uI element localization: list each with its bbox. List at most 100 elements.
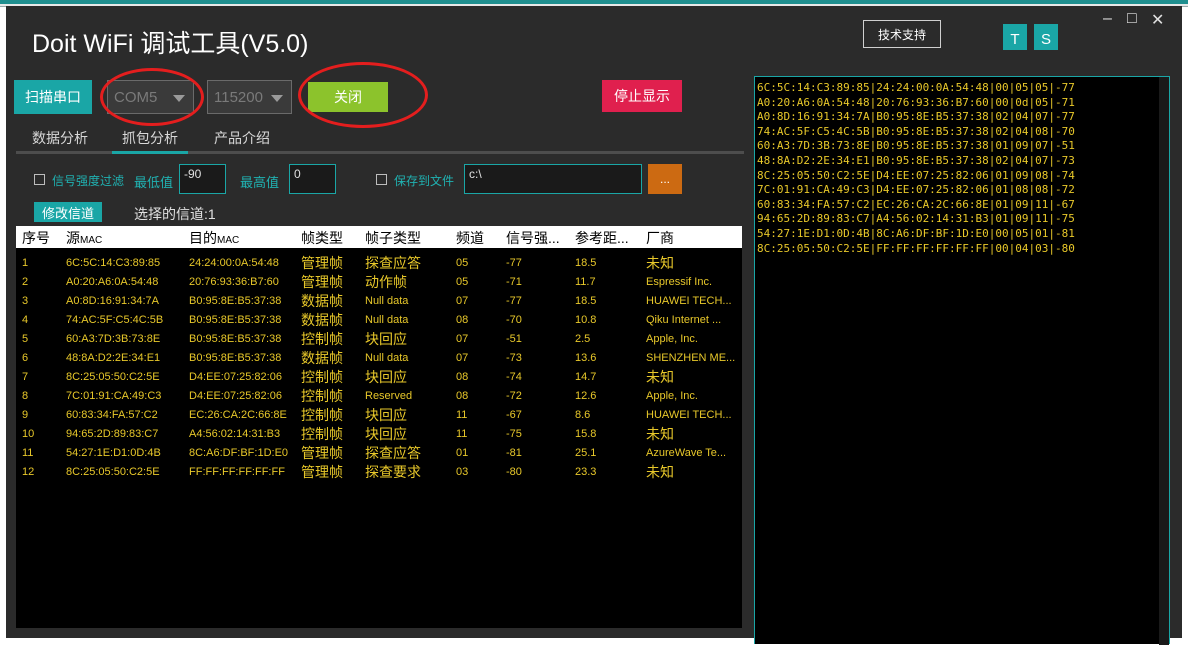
cell-ch: 08 bbox=[456, 314, 469, 326]
selected-channel-text: 选择的信道:1 bbox=[134, 206, 216, 222]
cell-ch: 07 bbox=[456, 295, 469, 307]
stop-display-button[interactable]: 停止显示 bbox=[602, 80, 682, 112]
baud-select[interactable]: 115200 bbox=[207, 80, 292, 114]
browse-button[interactable]: ... bbox=[648, 164, 682, 194]
tab-data-analysis[interactable]: 数据分析 bbox=[32, 128, 88, 148]
cell-vendor: AzureWave Te... bbox=[646, 447, 727, 459]
cell-no: 3 bbox=[22, 295, 29, 307]
table-scrollbar[interactable] bbox=[742, 226, 746, 628]
rssi-filter-checkbox[interactable] bbox=[34, 174, 45, 185]
cell-type: 控制帧 bbox=[301, 388, 343, 404]
cell-src: 54:27:1E:D1:0D:4B bbox=[66, 447, 161, 459]
file-path-input[interactable]: c:\ bbox=[464, 164, 642, 194]
t-button[interactable]: T bbox=[1003, 24, 1027, 50]
hex-log-line: 60:A3:7D:3B:73:8E|B0:95:8E:B5:37:38|01|0… bbox=[757, 139, 1075, 153]
modify-channel-button[interactable]: 修改信道 bbox=[34, 202, 102, 222]
cell-dist: 8.6 bbox=[575, 409, 591, 421]
cell-rssi: -77 bbox=[506, 295, 522, 307]
cell-rssi: -51 bbox=[506, 333, 522, 345]
cell-no: 6 bbox=[22, 352, 29, 364]
table-row[interactable]: 6 48:8A:D2:2E:34:E1 B0:95:8E:B5:37:38 数据帧 Nu… bbox=[16, 349, 742, 368]
table-row[interactable]: 3 A0:8D:16:91:34:7A B0:95:8E:B5:37:38 数据帧 Nu… bbox=[16, 292, 742, 311]
s-button[interactable]: S bbox=[1034, 24, 1058, 50]
rssi-filter-label: 信号强度过滤 bbox=[52, 174, 125, 188]
cell-dist: 18.5 bbox=[575, 295, 597, 307]
cell-rssi: -70 bbox=[506, 314, 522, 326]
table-row[interactable]: 8 7C:01:91:CA:49:C3 D4:EE:07:25:82:06 控制帧 Re… bbox=[16, 387, 742, 406]
table-row[interactable]: 12 8C:25:05:50:C2:5E FF:FF:FF:FF:FF:FF 管理帧 探… bbox=[16, 463, 742, 482]
cell-ch: 07 bbox=[456, 333, 469, 345]
header-vendor[interactable]: 厂商 bbox=[646, 228, 674, 248]
cell-vendor: Espressif Inc. bbox=[646, 276, 713, 288]
hex-log-line: 8C:25:05:50:C2:5E|FF:FF:FF:FF:FF:FF|00|0… bbox=[757, 241, 1075, 255]
table-row[interactable]: 11 54:27:1E:D1:0D:4B 8C:A6:DF:BF:1D:E0 管理帧 探… bbox=[16, 444, 742, 463]
hex-log-scrollbar[interactable] bbox=[1159, 77, 1169, 645]
cell-rssi: -73 bbox=[506, 352, 522, 364]
table-row[interactable]: 10 94:65:2D:89:83:C7 A4:56:02:14:31:B3 控制帧 块… bbox=[16, 425, 742, 444]
cell-ch: 01 bbox=[456, 447, 469, 459]
table-row[interactable]: 2 A0:20:A6:0A:54:48 20:76:93:36:B7:60 管理帧 动作… bbox=[16, 273, 742, 292]
cell-subtype: Null data bbox=[365, 352, 409, 364]
table-row[interactable]: 1 6C:5C:14:C3:89:85 24:24:00:0A:54:48 管理帧 探查… bbox=[16, 254, 742, 273]
tab-packet-analysis[interactable]: 抓包分析 bbox=[122, 128, 178, 148]
cell-ch: 05 bbox=[456, 276, 469, 288]
close-icon[interactable]: ✕ bbox=[1151, 10, 1164, 30]
cell-rssi: -71 bbox=[506, 276, 522, 288]
cell-src: 48:8A:D2:2E:34:E1 bbox=[66, 352, 161, 364]
cell-subtype: Null data bbox=[365, 314, 409, 326]
cell-dst: 20:76:93:36:B7:60 bbox=[189, 276, 279, 288]
table-row[interactable]: 7 8C:25:05:50:C2:5E D4:EE:07:25:82:06 控制帧 块回… bbox=[16, 368, 742, 387]
cell-dst: FF:FF:FF:FF:FF:FF bbox=[189, 466, 285, 478]
hex-log-line: 94:65:2D:89:83:C7|A4:56:02:14:31:B3|01|0… bbox=[757, 212, 1075, 226]
scan-port-button[interactable]: 扫描串口 bbox=[14, 80, 92, 114]
cell-type: 数据帧 bbox=[301, 293, 343, 309]
header-no[interactable]: 序号 bbox=[22, 228, 50, 248]
table-row[interactable]: 5 60:A3:7D:3B:73:8E B0:95:8E:B5:37:38 控制帧 块回… bbox=[16, 330, 742, 349]
cell-vendor: 未知 bbox=[646, 369, 674, 385]
cell-type: 控制帧 bbox=[301, 369, 343, 385]
header-dst-mac[interactable]: 目的MAC bbox=[189, 228, 239, 248]
hex-log-line: 8C:25:05:50:C2:5E|D4:EE:07:25:82:06|01|0… bbox=[757, 168, 1075, 182]
cell-rssi: -72 bbox=[506, 390, 522, 402]
annotation-circle-port bbox=[100, 68, 204, 126]
header-distance[interactable]: 参考距... bbox=[575, 228, 629, 248]
header-frame-type[interactable]: 帧类型 bbox=[301, 228, 343, 248]
minimize-icon[interactable]: – bbox=[1103, 10, 1112, 28]
cell-rssi: -77 bbox=[506, 257, 522, 269]
header-src-label: 源 bbox=[66, 230, 80, 246]
cell-subtype: 探查要求 bbox=[365, 464, 421, 480]
table-header: 序号 源MAC 目的MAC 帧类型 帧子类型 频道 信号强... 参考距... … bbox=[16, 226, 742, 248]
cell-dst: B0:95:8E:B5:37:38 bbox=[189, 352, 282, 364]
tab-product-intro[interactable]: 产品介绍 bbox=[214, 128, 270, 148]
cell-ch: 07 bbox=[456, 352, 469, 364]
header-frame-subtype[interactable]: 帧子类型 bbox=[365, 228, 421, 248]
cell-subtype: 动作帧 bbox=[365, 274, 407, 290]
table-row[interactable]: 9 60:83:34:FA:57:C2 EC:26:CA:2C:66:8E 控制帧 块回… bbox=[16, 406, 742, 425]
cell-dist: 25.1 bbox=[575, 447, 597, 459]
cell-ch: 05 bbox=[456, 257, 469, 269]
hex-log-line: 54:27:1E:D1:0D:4B|8C:A6:DF:BF:1D:E0|00|0… bbox=[757, 227, 1075, 240]
cell-dist: 13.6 bbox=[575, 352, 597, 364]
cell-type: 数据帧 bbox=[301, 312, 343, 328]
cell-src: 7C:01:91:CA:49:C3 bbox=[66, 390, 162, 402]
save-to-file-checkbox[interactable] bbox=[376, 174, 387, 185]
cell-rssi: -67 bbox=[506, 409, 522, 421]
tech-support-button[interactable]: 技术支持 bbox=[863, 20, 941, 48]
cell-dst: D4:EE:07:25:82:06 bbox=[189, 390, 282, 402]
header-src-mac[interactable]: 源MAC bbox=[66, 228, 102, 248]
min-rssi-input[interactable]: -90 bbox=[179, 164, 226, 194]
hex-log-line: 48:8A:D2:2E:34:E1|B0:95:8E:B5:37:38|02|0… bbox=[757, 154, 1075, 167]
cell-dist: 15.8 bbox=[575, 428, 597, 440]
cell-subtype: 块回应 bbox=[365, 369, 407, 385]
table-row[interactable]: 4 74:AC:5F:C5:4C:5B B0:95:8E:B5:37:38 数据帧 Nu… bbox=[16, 311, 742, 330]
cell-dist: 18.5 bbox=[575, 257, 597, 269]
header-channel[interactable]: 频道 bbox=[456, 228, 484, 248]
cell-subtype: 块回应 bbox=[365, 331, 407, 347]
cell-ch: 08 bbox=[456, 390, 469, 402]
hex-log-line: 6C:5C:14:C3:89:85|24:24:00:0A:54:48|00|0… bbox=[757, 81, 1075, 94]
maximize-icon[interactable]: □ bbox=[1127, 10, 1137, 28]
cell-dst: B0:95:8E:B5:37:38 bbox=[189, 295, 282, 307]
header-rssi[interactable]: 信号强... bbox=[506, 228, 560, 248]
cell-src: 8C:25:05:50:C2:5E bbox=[66, 466, 160, 478]
max-rssi-input[interactable]: 0 bbox=[289, 164, 336, 194]
